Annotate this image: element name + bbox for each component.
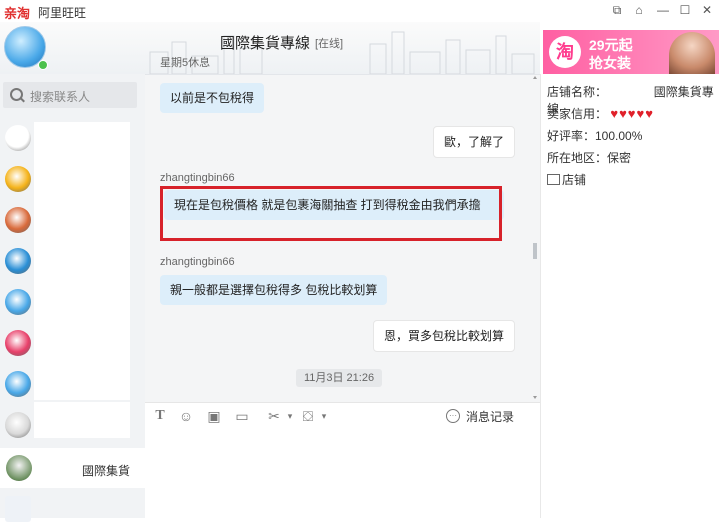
incoming-message: 以前是不包稅得 <box>160 83 265 113</box>
message-history-link[interactable]: 消息记录 <box>466 408 514 425</box>
shake-dropdown-icon[interactable]: ▾ <box>314 406 334 426</box>
contact-list-panel-lower <box>34 402 130 438</box>
home-icon[interactable]: ⌂ <box>630 2 648 18</box>
ad-promo-text: 抢女装 <box>589 55 631 71</box>
store-icon <box>547 174 560 185</box>
app-brand-logo: 亲淘 <box>4 6 31 21</box>
seller-credit-row: 卖家信用： ♥♥♥♥♥ <box>547 105 654 122</box>
credit-heart-icon: ♥ <box>645 106 653 121</box>
online-status-dot <box>38 60 48 70</box>
message-timestamp: 11月3日 21:26 <box>296 369 382 387</box>
highlight-box <box>160 186 502 241</box>
contact-name: 國際集貨專線 <box>220 35 311 52</box>
minimize-icon[interactable]: — <box>654 2 672 18</box>
incoming-message: 親一般都是選擇包稅得多 包稅比較划算 <box>160 275 388 305</box>
credit-heart-icon: ♥ <box>619 106 627 121</box>
contact-avatar-3[interactable] <box>5 207 31 233</box>
selected-contact-avatar[interactable] <box>6 455 32 481</box>
message-input[interactable] <box>145 430 540 518</box>
contact-avatar-5[interactable] <box>5 289 31 315</box>
contact-avatar-8[interactable] <box>5 412 31 438</box>
credit-heart-icon: ♥ <box>636 106 645 121</box>
scissors-dropdown-icon[interactable]: ▾ <box>280 406 300 426</box>
screenshot-icon[interactable]: ▭ <box>232 406 252 426</box>
chat-scrollbar[interactable] <box>531 75 539 402</box>
selected-contact-name[interactable]: 國際集貨 <box>82 462 130 479</box>
region: 所在地区：保密 <box>547 151 632 165</box>
credit-heart-icon: ♥ <box>610 106 619 121</box>
contact-list-panel <box>34 122 130 400</box>
taobao-logo: 淘 <box>549 36 581 68</box>
shop-name-label: 店铺名称： <box>547 85 608 99</box>
credit-hearts: ♥♥♥♥♥ <box>610 106 654 121</box>
ad-model-image <box>669 32 715 74</box>
outgoing-message: 歐，了解了 <box>432 126 515 158</box>
search-placeholder: 搜索联系人 <box>30 90 91 104</box>
contact-avatar-4[interactable] <box>5 248 31 274</box>
maximize-icon[interactable]: ☐ <box>676 2 694 18</box>
emoji-icon[interactable]: ☺ <box>176 406 196 426</box>
contact-signature: 星期5休息 <box>160 57 211 69</box>
contact-status: [在线] <box>315 38 344 50</box>
seller-credit-label: 卖家信用： <box>547 107 608 121</box>
outgoing-message: 恩，買多包稅比較划算 <box>372 320 515 352</box>
message-sender: zhangtingbin66 <box>160 256 235 268</box>
ad-banner[interactable]: 淘 29元起 抢女装 <box>543 30 719 74</box>
history-icon[interactable]: ··· <box>446 409 460 423</box>
company-logo-avatar[interactable] <box>5 496 31 522</box>
image-icon[interactable]: ▣ <box>204 406 224 426</box>
contact-avatar-7[interactable] <box>5 371 31 397</box>
app-name: 阿里旺旺 <box>38 6 87 20</box>
shop-link-row[interactable]: 店铺 <box>547 171 586 188</box>
shop-link[interactable]: 店铺 <box>562 173 586 187</box>
contact-avatar-1[interactable] <box>5 125 31 151</box>
pin-icon[interactable]: ⧉ <box>608 2 626 18</box>
contact-avatar-2[interactable] <box>5 166 31 192</box>
credit-heart-icon: ♥ <box>627 106 636 121</box>
message-sender: zhangtingbin66 <box>160 172 235 184</box>
contact-avatar-6[interactable] <box>5 330 31 356</box>
positive-rate: 好评率：100.00% <box>547 129 643 143</box>
text-format-icon[interactable]: T <box>150 406 170 426</box>
ad-price-text: 29元起 <box>589 37 633 53</box>
close-icon[interactable]: ✕ <box>698 2 716 18</box>
